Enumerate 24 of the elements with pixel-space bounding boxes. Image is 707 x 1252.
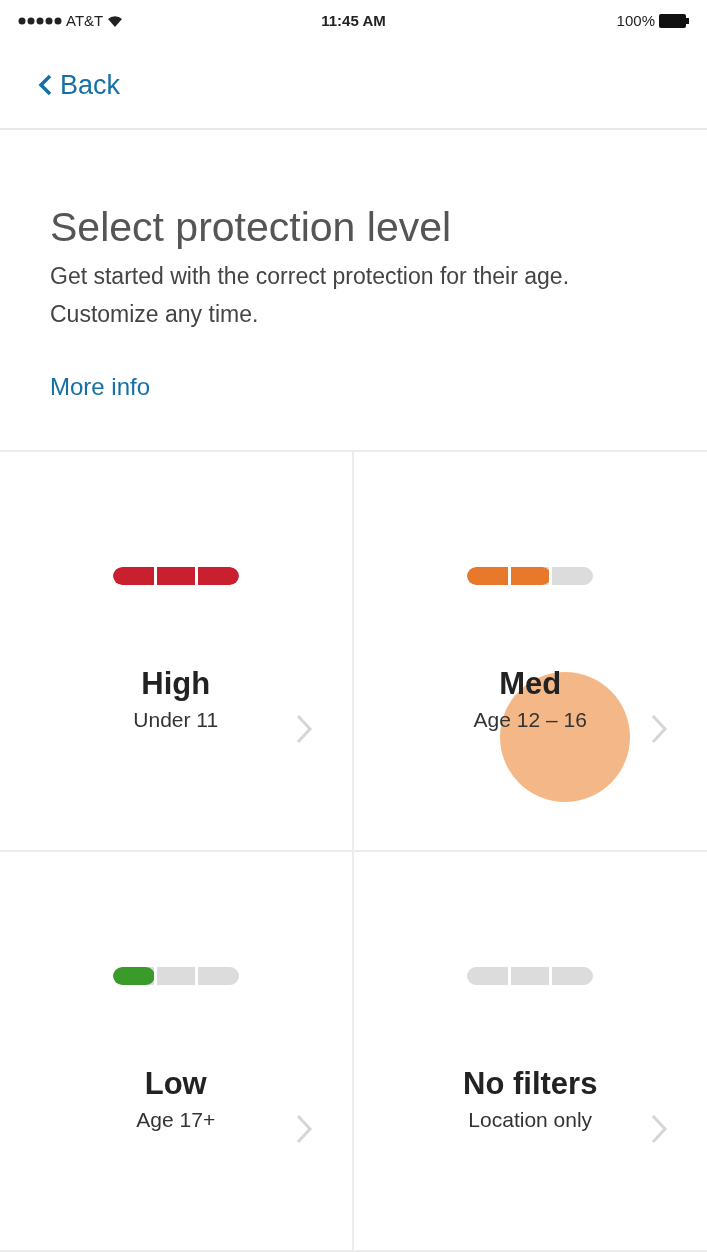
protection-level-tile[interactable]: Low Age 17+ — [0, 852, 354, 1252]
more-info-link[interactable]: More info — [50, 369, 151, 406]
battery-icon — [659, 14, 689, 28]
chevron-right-icon — [651, 714, 667, 744]
description-text: Get started with the correct protection for their age. Customize any time. — [50, 262, 571, 330]
page-title: Select protection level — [50, 203, 453, 252]
protection-level-tile[interactable]: No filters Location only — [353, 852, 707, 1252]
chevron-right-icon — [651, 1114, 667, 1144]
chevron-left-icon — [38, 74, 52, 96]
level-label: No filters — [463, 1064, 598, 1103]
chevron-right-icon — [295, 714, 312, 744]
age-range-text: Age 17+ — [136, 1106, 216, 1133]
battery-percentage: 100% — [616, 10, 655, 31]
level-label: Low — [144, 1064, 207, 1103]
level-label: High — [141, 664, 211, 703]
age-range-text: Location only — [468, 1106, 593, 1133]
back-link[interactable]: Back — [38, 64, 121, 106]
wifi-icon — [107, 15, 124, 27]
chevron-right-icon — [295, 1114, 312, 1144]
carrier-name: AT&T — [66, 10, 104, 31]
protection-level-tile[interactable]: High Under 11 — [0, 452, 354, 852]
age-range-text: Under 11 — [133, 706, 219, 733]
signal-icon — [18, 16, 62, 26]
clock-time: 11:45 AM — [321, 10, 386, 31]
